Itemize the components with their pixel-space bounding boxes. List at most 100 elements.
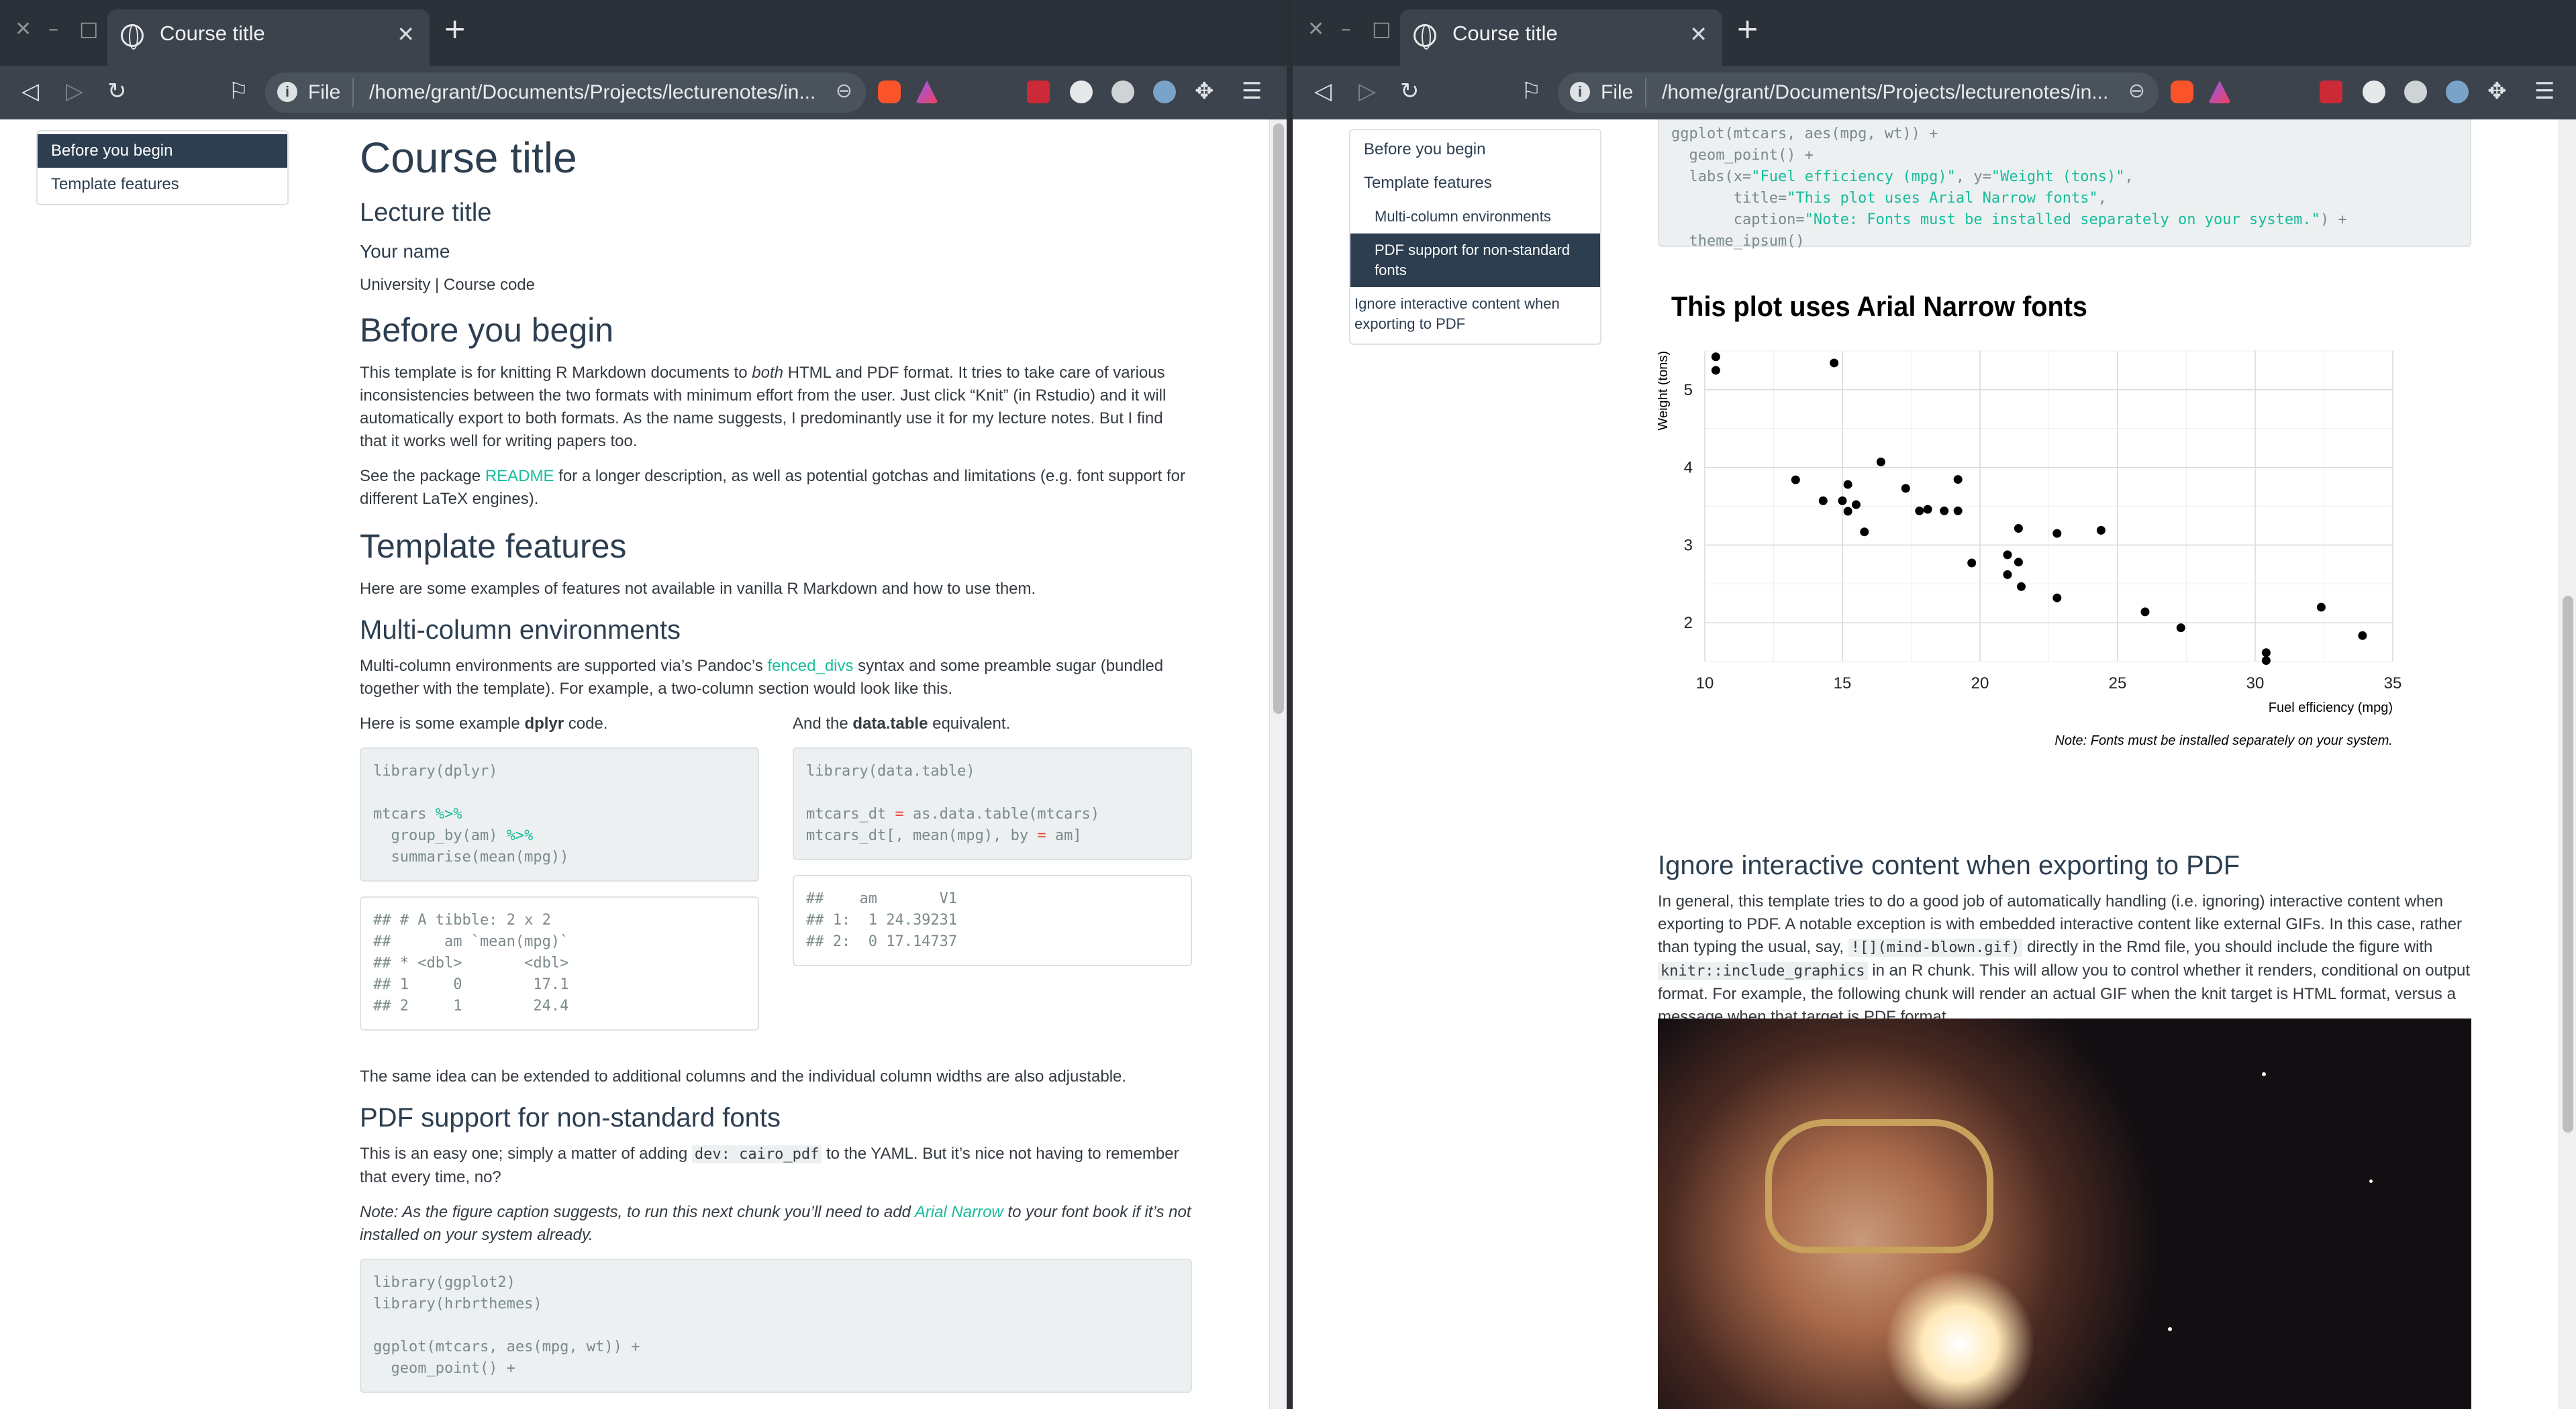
browser-tab[interactable]: Course title ✕ xyxy=(1400,9,1722,66)
code-block-ggplot: library(ggplot2) library(hrbrthemes) ggp… xyxy=(360,1259,1192,1393)
forward-button[interactable]: ▷ xyxy=(1358,78,1376,105)
document-main: Course title Lecture title Your name Uni… xyxy=(360,133,1192,1408)
inline-code: ![](mind-blown.gif) xyxy=(1848,939,2023,957)
url-scheme: File xyxy=(308,81,341,103)
new-tab-button[interactable]: + xyxy=(443,12,466,45)
data-point xyxy=(1915,506,1924,515)
scrollbar[interactable] xyxy=(2559,119,2576,1409)
toc-item-template-features[interactable]: Template features xyxy=(1350,166,1600,200)
reload-button[interactable]: ↻ xyxy=(107,78,127,105)
extension-circle-icon[interactable] xyxy=(1111,81,1134,103)
x-tick-label: 25 xyxy=(2109,674,2127,692)
extension-bird-icon[interactable] xyxy=(2363,81,2385,103)
column-intro: Here is some example dplyr code. xyxy=(360,715,608,733)
fenced-divs-link[interactable]: fenced_divs xyxy=(767,657,853,675)
toc-item-multi-column[interactable]: Multi-column environments xyxy=(1350,200,1600,233)
close-tab-icon[interactable]: ✕ xyxy=(397,21,415,47)
brave-rewards-icon[interactable] xyxy=(2208,81,2231,103)
paragraph: The same idea can be extended to additio… xyxy=(360,1067,1127,1086)
close-window-icon[interactable]: ✕ xyxy=(15,17,32,41)
gif-star-image xyxy=(2262,1072,2266,1076)
mind-blown-gif xyxy=(1658,1019,2471,1409)
menu-icon[interactable]: ☰ xyxy=(1242,78,1262,105)
extension-circle-icon[interactable] xyxy=(2404,81,2427,103)
data-point xyxy=(2261,656,2271,665)
browser-tab[interactable]: Course title ✕ xyxy=(107,9,430,66)
scrollbar-thumb[interactable] xyxy=(2563,596,2573,1133)
data-point xyxy=(1843,480,1852,489)
brave-shield-icon[interactable] xyxy=(2171,81,2193,103)
extension-bird-icon[interactable] xyxy=(1070,81,1093,103)
x-tick-label: 10 xyxy=(1696,674,1714,692)
lastpass-icon[interactable] xyxy=(1027,81,1050,103)
x-tick-label: 15 xyxy=(1834,674,1852,692)
output-block-dplyr: ## # A tibble: 2 x 2 ## am `mean(mpg)` #… xyxy=(360,896,759,1031)
data-point xyxy=(1852,500,1861,509)
data-point xyxy=(2052,593,2062,603)
doc-author: Your name xyxy=(360,241,450,262)
gif-sparkle-image xyxy=(1886,1267,2034,1409)
data-point xyxy=(1711,352,1720,362)
maximize-window-icon[interactable]: □ xyxy=(1372,17,1391,41)
doc-subtitle: Lecture title xyxy=(360,199,492,227)
toc-item-before-you-begin[interactable]: Before you begin xyxy=(1350,133,1600,166)
data-point xyxy=(1940,506,1949,515)
paragraph: This template is for knitting R Markdown… xyxy=(360,364,1167,450)
back-button[interactable]: ◁ xyxy=(21,78,39,105)
minimize-window-icon[interactable]: – xyxy=(48,17,58,41)
address-bar[interactable]: i File /home/grant/Documents/Projects/le… xyxy=(1558,72,2159,113)
extension-search-icon[interactable] xyxy=(1153,81,1176,103)
globe-icon xyxy=(121,24,144,50)
extensions-puzzle-icon[interactable]: ✥ xyxy=(2487,78,2507,105)
data-point xyxy=(2014,558,2023,567)
y-tick-label: 2 xyxy=(1684,614,1693,632)
data-point xyxy=(1711,366,1720,375)
note-paragraph: Note: As the figure caption suggests, to… xyxy=(360,1203,1191,1244)
scrollbar[interactable] xyxy=(1269,119,1287,1409)
tab-bar: ✕ – □ Course title ✕ + xyxy=(0,0,1287,66)
bookmark-icon[interactable]: ⚐ xyxy=(1521,78,1541,105)
brave-shield-icon[interactable] xyxy=(878,81,901,103)
browser-window-right: ✕ – □ Course title ✕ + ◁ ▷ ↻ ⚐ i File /h… xyxy=(1293,0,2576,1409)
readme-link[interactable]: README xyxy=(485,467,554,485)
brave-rewards-icon[interactable] xyxy=(915,81,938,103)
page-content: Before you begin Template features Multi… xyxy=(1293,119,2576,1409)
menu-icon[interactable]: ☰ xyxy=(2534,78,2555,105)
heading-pdf-fonts: PDF support for non-standard fonts xyxy=(360,1103,781,1133)
bookmark-icon[interactable]: ⚐ xyxy=(228,78,248,105)
reload-button[interactable]: ↻ xyxy=(1400,78,1420,105)
zoom-icon[interactable]: ⊖ xyxy=(836,79,852,103)
data-point xyxy=(2052,529,2062,538)
data-point xyxy=(1830,358,1839,368)
scrollbar-thumb[interactable] xyxy=(1273,123,1284,714)
chart-caption: Note: Fonts must be installed separately… xyxy=(2054,733,2393,748)
zoom-icon[interactable]: ⊖ xyxy=(2128,79,2145,103)
paragraph: Multi-column environments are supported … xyxy=(360,657,1164,698)
info-icon[interactable]: i xyxy=(1570,82,1590,102)
toc-item-ignore-interactive[interactable]: Ignore interactive content when exportin… xyxy=(1350,287,1600,341)
paragraph: See the package README for a longer desc… xyxy=(360,467,1186,508)
extensions-puzzle-icon[interactable]: ✥ xyxy=(1195,78,1214,105)
address-bar[interactable]: i File /home/grant/Documents/Projects/le… xyxy=(265,72,866,113)
extension-search-icon[interactable] xyxy=(2446,81,2469,103)
maximize-window-icon[interactable]: □ xyxy=(79,17,98,41)
data-point xyxy=(1876,458,1885,467)
data-point xyxy=(2261,648,2271,658)
back-button[interactable]: ◁ xyxy=(1314,78,1332,105)
toc-item-template-features[interactable]: Template features xyxy=(38,168,287,201)
minimize-window-icon[interactable]: – xyxy=(1341,17,1351,41)
column-intro: And the data.table equivalent. xyxy=(793,715,1011,733)
data-point xyxy=(1791,475,1800,484)
heading-before-you-begin: Before you begin xyxy=(360,311,614,349)
close-window-icon[interactable]: ✕ xyxy=(1307,17,1324,41)
forward-button[interactable]: ▷ xyxy=(66,78,83,105)
toc-item-before-you-begin[interactable]: Before you begin xyxy=(38,134,287,168)
info-icon[interactable]: i xyxy=(277,82,297,102)
data-point xyxy=(2003,570,2012,579)
new-tab-button[interactable]: + xyxy=(1736,12,1759,45)
close-tab-icon[interactable]: ✕ xyxy=(1689,21,1707,47)
arial-narrow-link[interactable]: Arial Narrow xyxy=(915,1203,1003,1221)
toc-item-pdf-fonts[interactable]: PDF support for non-standard fonts xyxy=(1350,233,1600,287)
gif-glasses-image xyxy=(1765,1119,1993,1253)
lastpass-icon[interactable] xyxy=(2320,81,2342,103)
